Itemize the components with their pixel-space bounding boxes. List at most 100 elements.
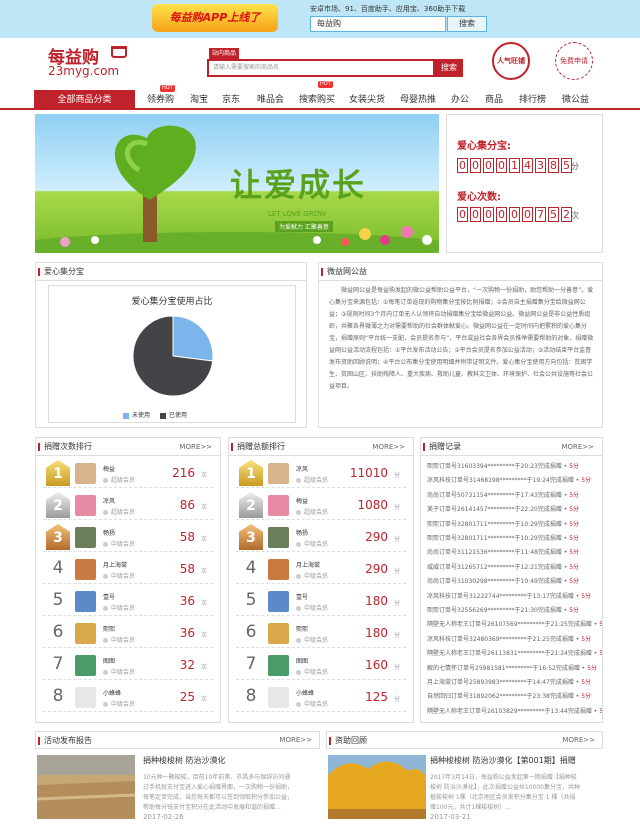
avatar[interactable]	[75, 495, 96, 516]
avatar[interactable]	[75, 591, 96, 612]
more-link[interactable]: MORE>>	[562, 731, 595, 749]
donation-record: 熙熙订单号32801711*********于10:29完成捐赠 • 5分	[427, 520, 580, 528]
avatar[interactable]	[75, 559, 96, 580]
app-search-button[interactable]: 搜索	[447, 16, 487, 32]
rank-row[interactable]: 3 畅扬 中级会员 58 次	[43, 524, 213, 552]
record-text: 美子订单号26141457*********于22:20完成捐赠	[427, 506, 562, 514]
service-badge[interactable]: 免费申请	[555, 42, 593, 80]
rank-row[interactable]: 5 壹号 中级会员 36 次	[43, 588, 213, 616]
amount-unit: 分	[393, 696, 400, 703]
member-level: 中级会员	[296, 571, 328, 580]
member-level: 中级会员	[103, 667, 135, 676]
record-text: 熙熙订单号32801711*********于10:29完成捐赠	[427, 535, 562, 542]
donor-name: 图图	[296, 658, 309, 665]
avatar[interactable]	[268, 655, 289, 676]
search-tab-products[interactable]: 站内商品	[209, 48, 240, 59]
app-search-input[interactable]: 每益购	[310, 16, 446, 32]
nav-item-search-buy[interactable]: 搜索购买	[299, 90, 335, 110]
nav-item-goods[interactable]: 商品	[485, 90, 503, 110]
donation-record: 自然回归订单号31892062*********于23:38完成捐赠 • 5分	[427, 693, 592, 701]
medal-icon: 3	[239, 524, 263, 550]
more-link[interactable]: MORE>>	[561, 438, 594, 456]
member-level: 中级会员	[103, 699, 135, 708]
counter-digit: 0	[470, 207, 481, 222]
nav-item-vip[interactable]: 唯品会	[257, 90, 284, 110]
rank-row[interactable]: 1 梅益 超级会员 216 次	[43, 460, 213, 488]
main-search-button[interactable]: 搜索	[435, 59, 463, 77]
record-text: 隔壁无人称老王订单号26113831*********于21:24完成捐赠	[427, 650, 592, 658]
nav-item-office[interactable]: 办公	[451, 90, 469, 110]
avatar[interactable]	[268, 527, 289, 548]
rank-row[interactable]: 6 熙熙 中级会员 36 次	[43, 620, 213, 648]
rank-row[interactable]: 6 熙熙 中级会员 180 分	[236, 620, 406, 648]
record-amount: 5分	[569, 563, 580, 571]
medal-icon: 2	[46, 492, 70, 518]
avatar[interactable]	[268, 495, 289, 516]
nav-item-ranking[interactable]: 排行榜	[519, 90, 546, 110]
rank-row[interactable]: 4 月上海棠 中级会员 290 分	[236, 556, 406, 584]
avatar[interactable]	[268, 463, 289, 484]
rank-row[interactable]: 2 凉风 超级会员 86 次	[43, 492, 213, 520]
record-text: 隔壁无人称老王订单号26103829*********于13:44完成捐赠	[427, 707, 592, 715]
rank-row[interactable]: 7 图图 中级会员 32 次	[43, 652, 213, 680]
rank-row[interactable]: 4 月上海棠 中级会员 58 次	[43, 556, 213, 584]
donor-name: 壹号	[296, 594, 309, 601]
app-launch-banner[interactable]: 每益购APP上线了	[152, 4, 278, 32]
record-text: 自然回归订单号31892062*********于23:38完成捐赠	[427, 693, 574, 701]
avatar[interactable]	[75, 623, 96, 644]
main-search-input[interactable]: 请输入需要搜索的商品名	[207, 59, 435, 77]
more-link[interactable]: MORE>>	[179, 438, 212, 456]
news-title-link[interactable]: 捐种梭梭树 防治沙漠化【第001期】捐赠	[430, 755, 576, 766]
counter-digit: 0	[522, 207, 533, 222]
avatar[interactable]	[75, 687, 96, 708]
pie-slice-unused[interactable]	[172, 315, 214, 362]
hot-badge: HOT	[160, 85, 175, 92]
charity-stats-box: 爱心集分宝: 0 0 0 0 1 4 3 8 5 分 爱心次数: 0 0 0 0…	[446, 114, 603, 253]
rank-row[interactable]: 8 小蜂蜂 中级会员 25 次	[43, 684, 213, 712]
rank-row[interactable]: 7 图图 中级会员 160 分	[236, 652, 406, 680]
rank-row[interactable]: 8 小蜂蜂 中级会员 125 分	[236, 684, 406, 712]
rank-row[interactable]: 1 凉风 超级会员 11010 分	[236, 460, 406, 488]
avatar[interactable]	[268, 591, 289, 612]
hot-badge: HOT	[318, 81, 333, 88]
donation-amount: 216	[172, 466, 195, 480]
medal-icon: 3	[46, 524, 70, 550]
avatar[interactable]	[75, 655, 96, 676]
member-level: 超级会员	[103, 475, 135, 484]
count-unit: 次	[571, 211, 579, 220]
rank-row[interactable]: 2 梅益 超级会员 1080 分	[236, 492, 406, 520]
more-link[interactable]: MORE>>	[372, 438, 405, 456]
logo-domain[interactable]: 23myg.com	[48, 64, 119, 78]
news-title-link[interactable]: 捐种梭梭树 防治沙漠化	[143, 755, 226, 766]
donation-record: 隔壁无人称老王订单号26103829*********于13:44完成捐赠 • …	[427, 705, 602, 718]
nav-item-women[interactable]: 女装尖货	[349, 90, 385, 110]
record-amount: 5分	[569, 491, 580, 499]
avatar[interactable]	[75, 527, 96, 548]
desert-landscape-image[interactable]	[37, 755, 135, 819]
rank-row[interactable]: 3 畅扬 中级会员 290 分	[236, 524, 406, 552]
nav-item-taobao[interactable]: 淘宝	[190, 90, 208, 110]
donation-record: 美子订单号26141457*********于22:20完成捐赠 • 5分	[427, 506, 580, 514]
avatar[interactable]	[75, 463, 96, 484]
nav-item-coupons[interactable]: 领券购	[147, 90, 174, 110]
member-level: 超级会员	[296, 507, 328, 516]
donation-record: 凉风科技订单号31468198*********于19:24完成捐赠 • 5分	[427, 477, 592, 485]
hero-banner[interactable]: 让爱成长 LET LOVE GROW 为爱献力 汇聚善意	[35, 114, 439, 253]
nav-item-charity[interactable]: 微公益	[562, 90, 589, 110]
nav-item-baby[interactable]: 母婴热推	[400, 90, 436, 110]
avatar[interactable]	[268, 687, 289, 708]
counter-digit: 0	[509, 207, 520, 222]
avatar[interactable]	[268, 559, 289, 580]
avatar[interactable]	[268, 623, 289, 644]
rank-count-panel: 捐赠次数排行 MORE>> 1 梅益 超级会员 216 次 2 凉风 超级会员 86 次 3 畅扬 中级…	[35, 437, 221, 723]
nav-item-jd[interactable]: 京东	[222, 90, 240, 110]
more-link[interactable]: MORE>>	[279, 731, 312, 749]
autumn-trees-image[interactable]	[328, 755, 426, 819]
donation-amount: 25	[179, 690, 195, 704]
all-categories-button[interactable]: 全部商品分类	[34, 90, 135, 110]
donor-name: 畅扬	[296, 530, 309, 537]
medal-icon: 2	[239, 492, 263, 518]
love-points-panel: 爱心集分宝 爱心集分宝使用占比 未使用 已使用	[35, 262, 307, 428]
amount-unit: 次	[200, 536, 207, 543]
rank-row[interactable]: 5 壹号 中级会员 180 分	[236, 588, 406, 616]
